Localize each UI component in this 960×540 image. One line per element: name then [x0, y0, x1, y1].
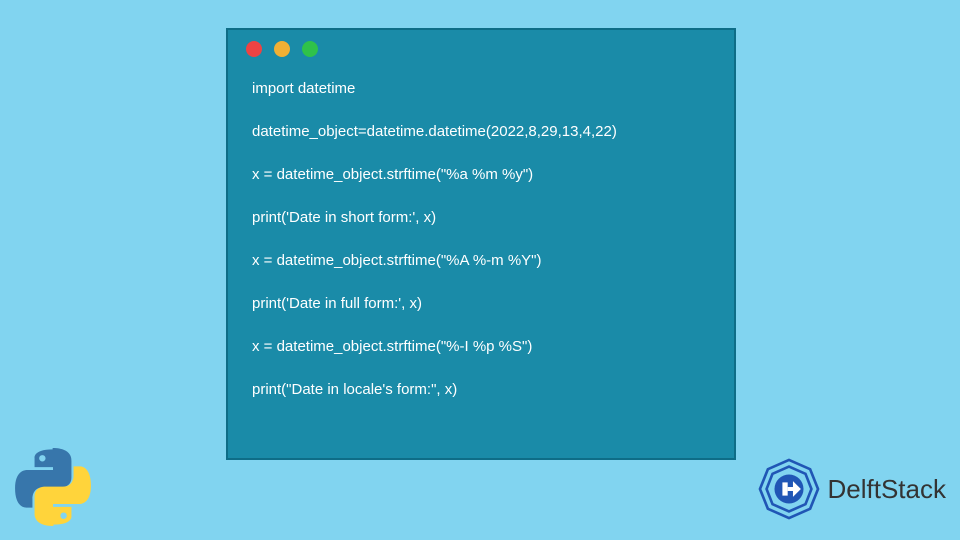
code-line: x = datetime_object.strftime("%-I %p %S"…	[252, 336, 710, 357]
python-logo-icon	[14, 448, 92, 526]
code-window: import datetime datetime_object=datetime…	[226, 28, 736, 460]
delftstack-brand: DelftStack	[756, 456, 947, 522]
delftstack-logo-icon	[756, 456, 822, 522]
minimize-icon[interactable]	[274, 41, 290, 57]
code-line: print("Date in locale's form:", x)	[252, 379, 710, 400]
code-line: print('Date in full form:', x)	[252, 293, 710, 314]
brand-name: DelftStack	[828, 474, 947, 505]
code-line: x = datetime_object.strftime("%a %m %y")	[252, 164, 710, 185]
code-line: datetime_object=datetime.datetime(2022,8…	[252, 121, 710, 142]
code-line: import datetime	[252, 78, 710, 99]
maximize-icon[interactable]	[302, 41, 318, 57]
code-line: print('Date in short form:', x)	[252, 207, 710, 228]
window-titlebar	[228, 30, 734, 68]
close-icon[interactable]	[246, 41, 262, 57]
code-body: import datetime datetime_object=datetime…	[228, 68, 734, 400]
code-line: x = datetime_object.strftime("%A %-m %Y"…	[252, 250, 710, 271]
